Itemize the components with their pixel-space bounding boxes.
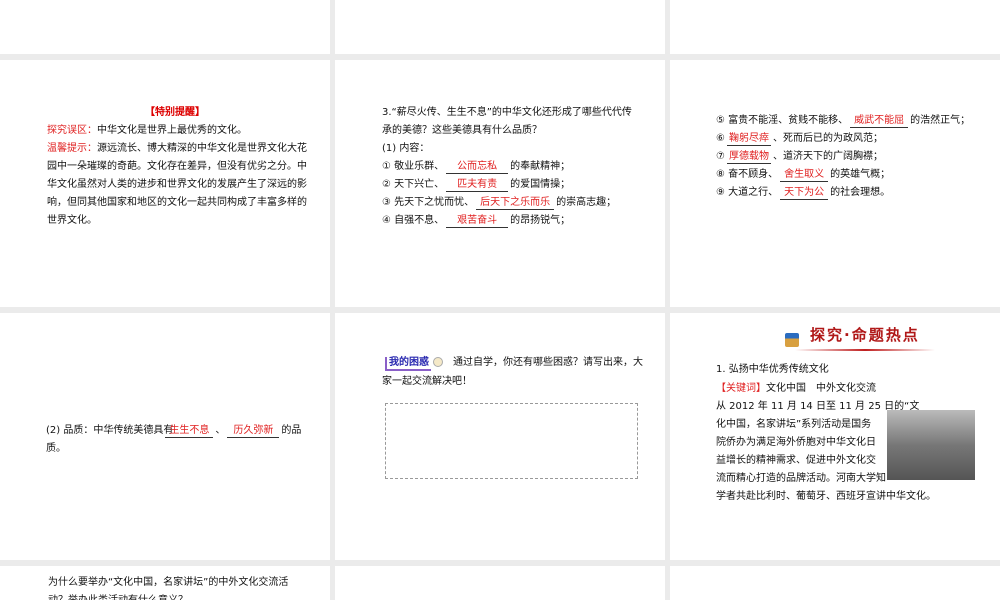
header-underline bbox=[795, 349, 935, 351]
quality-line: (2) 品质：中华传统美德具有生生不息、历久弥新 的品 bbox=[46, 425, 302, 438]
question-text: 3.“薪尽火传、生生不息”的中华文化还形成了哪些代代传 bbox=[382, 107, 632, 118]
hotspot-text: 院侨办为满足海外侨胞对中华文化日 bbox=[716, 437, 876, 448]
slide-thumbnail[interactable] bbox=[335, 0, 665, 54]
slide-thumbnail[interactable] bbox=[0, 0, 330, 54]
answer-blank: 后天下之乐而乐 bbox=[476, 197, 555, 210]
virtue-item: ⑧ 奋不顾身、 舍生取义 的英雄气概； bbox=[716, 169, 891, 182]
tip-line: 温馨提示：源远流长、博大精深的中华文化是世界文化大花 bbox=[47, 140, 307, 158]
answer-blank: 威武不能屈 bbox=[850, 115, 909, 128]
virtue-item: ② 天下兴亡、 匹夫有责 的爱国情操； bbox=[382, 179, 571, 192]
virtue-item: ④ 自强不息、 艰苦奋斗 的昂扬锐气； bbox=[382, 215, 571, 228]
answer-box[interactable] bbox=[385, 403, 638, 479]
misconception-label: 探究误区： bbox=[47, 125, 97, 136]
hotspot-text: 益增长的精神需求、促进中外文化交 bbox=[716, 455, 876, 466]
tip-text: 园中一朵璀璨的奇葩。文化存在差异，但没有优劣之分。中 bbox=[47, 161, 307, 172]
confusion-line: 家一起交流解决吧！ bbox=[382, 376, 472, 387]
hotspot-text: 流而精心打造的品牌活动。河南大学知 bbox=[716, 473, 886, 484]
virtue-item: ③ 先天下之忧而忧、 后天下之乐而乐 的崇高志趣； bbox=[382, 197, 617, 210]
content-label: (1) 内容： bbox=[382, 143, 430, 154]
hotspot-text: 化中国，名家讲坛”系列活动是国务 bbox=[716, 419, 872, 430]
tip-text: 源远流长、博大精深的中华文化是世界文化大花 bbox=[97, 143, 307, 154]
question-text: 为什么要举办“文化中国，名家讲坛”的中外文化交流活 bbox=[48, 577, 289, 588]
keyword-line: 【关键词】文化中国 中外文化交流 bbox=[716, 383, 876, 394]
reminder-title: 【特别提醒】 bbox=[145, 107, 205, 118]
answer-blank: 艰苦奋斗 bbox=[446, 215, 509, 228]
event-photo bbox=[887, 410, 975, 480]
misconception-line: 探究误区：中华文化是世界上最优秀的文化。 bbox=[47, 122, 247, 140]
my-confusion-badge: 我的困惑 bbox=[385, 357, 431, 371]
confusion-line: 我的困惑 通过自学，你还有哪些困惑？请写出来，大 bbox=[385, 354, 643, 372]
note-icon bbox=[433, 357, 443, 367]
question-text: 动？举办此类活动有什么意义？ bbox=[48, 592, 188, 600]
tip-text: 响，但同其他国家和地区的文化一起共同构成了丰富多样的 bbox=[47, 197, 307, 208]
question-text: 承的美德？这些美德具有什么品质？ bbox=[382, 125, 542, 136]
answer-blank: 生生不息 bbox=[165, 425, 214, 438]
graduation-cap-icon bbox=[785, 333, 799, 347]
answer-blank: 厚德载物 bbox=[726, 151, 771, 164]
answer-blank: 鞠躬尽瘁 bbox=[726, 133, 771, 146]
virtue-item: ⑥ 鞠躬尽瘁 、死而后已的为政风范； bbox=[716, 133, 883, 146]
slide-thumbnail-hotspot[interactable]: 探究·命题热点 1. 弘扬中华优秀传统文化 【关键词】文化中国 中外文化交流 从… bbox=[670, 313, 1000, 560]
slide-thumbnail-confusion[interactable]: 我的困惑 通过自学，你还有哪些困惑？请写出来，大 家一起交流解决吧！ bbox=[335, 313, 665, 560]
answer-blank: 历久弥新 bbox=[227, 425, 280, 438]
slide-thumbnail-quality[interactable]: (2) 品质：中华传统美德具有生生不息、历久弥新 的品 质。 bbox=[0, 313, 330, 560]
answer-blank: 舍生取义 bbox=[780, 169, 829, 182]
tip-text: 世界文化。 bbox=[47, 215, 97, 226]
answer-blank: 公而忘私 bbox=[446, 161, 509, 174]
slide-thumbnail-virtues-2[interactable]: ⑤ 富贵不能淫、贫贱不能移、 威武不能屈 的浩然正气； ⑥ 鞠躬尽瘁 、死而后已的为政风… bbox=[670, 60, 1000, 307]
hotspot-heading: 1. 弘扬中华优秀传统文化 bbox=[716, 364, 829, 375]
hotspot-text: 学者共赴比利时、葡萄牙、西班牙宣讲中华文化。 bbox=[716, 491, 936, 502]
answer-blank: 匹夫有责 bbox=[446, 179, 509, 192]
virtue-item: ⑤ 富贵不能淫、贫贱不能移、 威武不能屈 的浩然正气； bbox=[716, 115, 971, 128]
tip-text: 华文化虽然对人类的进步和世界文化的发展产生了深远的影 bbox=[47, 179, 307, 190]
virtue-item: ⑨ 大道之行、 天下为公 的社会理想。 bbox=[716, 187, 891, 200]
slide-thumbnail[interactable] bbox=[335, 566, 665, 600]
misconception-text: 中华文化是世界上最优秀的文化。 bbox=[97, 125, 247, 136]
tip-label: 温馨提示： bbox=[47, 143, 97, 154]
virtue-item: ① 敬业乐群、 公而忘私 的奉献精神； bbox=[382, 161, 571, 174]
slide-thumbnail-question[interactable]: 为什么要举办“文化中国，名家讲坛”的中外文化交流活 动？举办此类活动有什么意义？ bbox=[0, 566, 330, 600]
hotspot-header: 探究·命题热点 bbox=[810, 326, 920, 344]
virtue-item: ⑦ 厚德载物 、道济天下的广阔胸襟； bbox=[716, 151, 883, 164]
slide-thumbnail-virtues-1[interactable]: 3.“薪尽火传、生生不息”的中华文化还形成了哪些代代传 承的美德？这些美德具有什… bbox=[335, 60, 665, 307]
slide-thumbnail[interactable] bbox=[670, 566, 1000, 600]
slide-thumbnail-reminder[interactable]: 【特别提醒】 探究误区：中华文化是世界上最优秀的文化。 温馨提示：源远流长、博大… bbox=[0, 60, 330, 307]
slide-thumbnail[interactable] bbox=[670, 0, 1000, 54]
quality-line: 质。 bbox=[46, 443, 66, 454]
answer-blank: 天下为公 bbox=[780, 187, 829, 200]
